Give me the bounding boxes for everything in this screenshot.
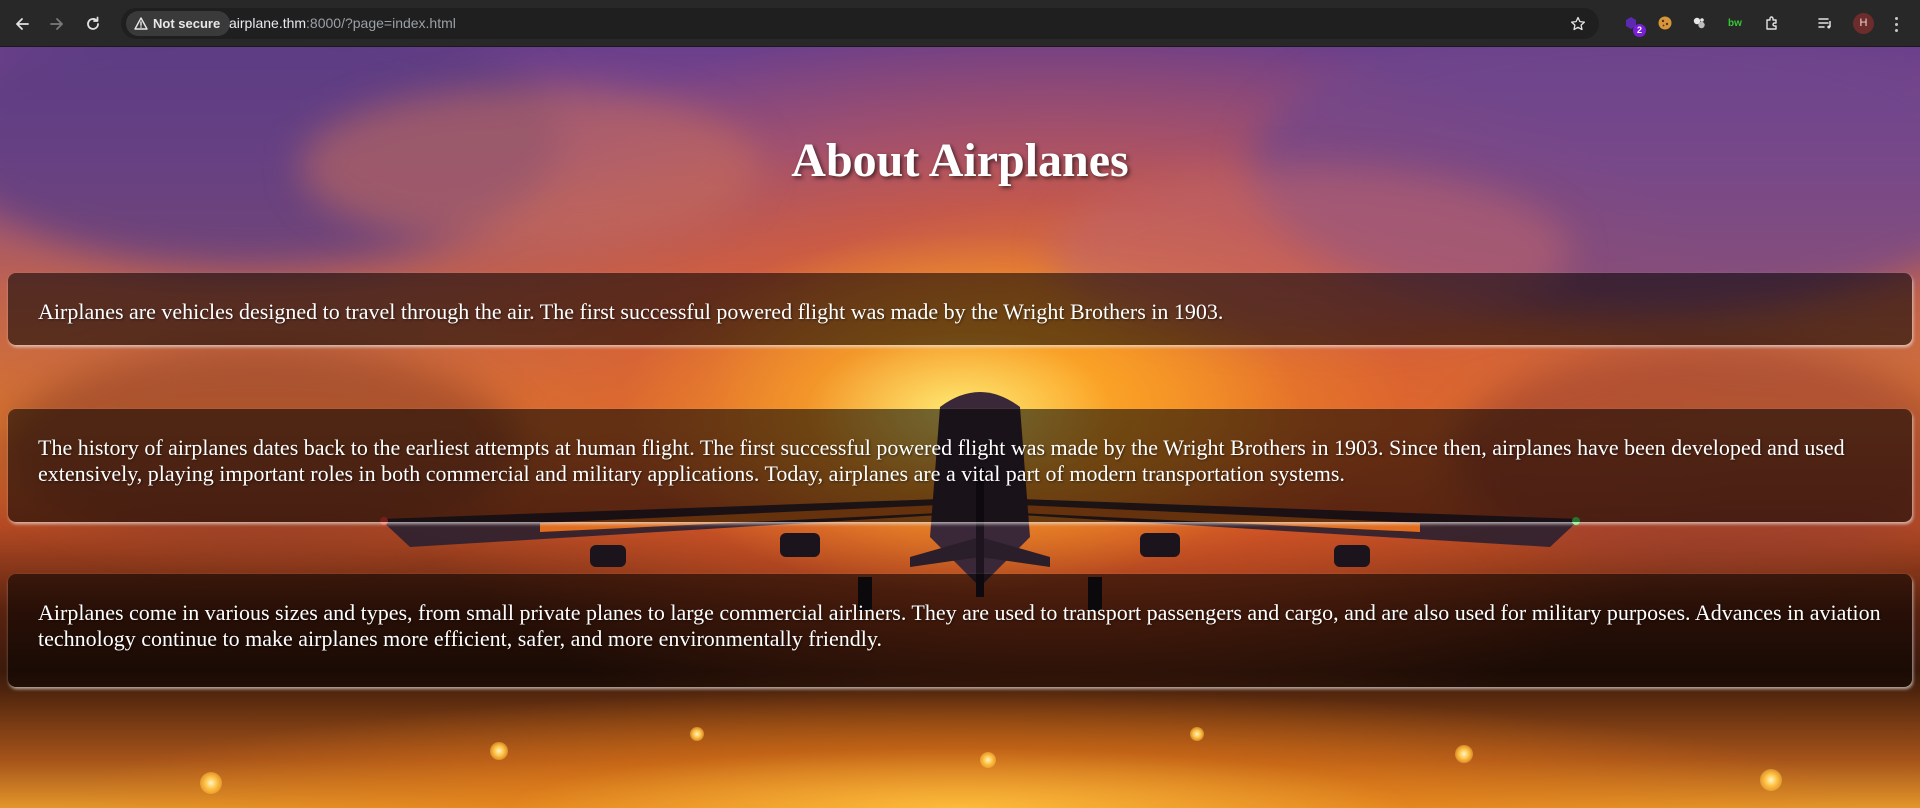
warning-icon: [134, 17, 148, 30]
playlist-icon: [1818, 18, 1831, 29]
star-icon: [1570, 16, 1586, 31]
forward-button[interactable]: [43, 10, 71, 38]
paragraph-types: Airplanes come in various sizes and type…: [38, 600, 1881, 651]
page-viewport: About Airplanes Airplanes are vehicles d…: [0, 47, 1920, 808]
url-path: :8000/?page=index.html: [306, 15, 456, 31]
bitwarden-extension-button[interactable]: bw: [1724, 12, 1746, 34]
info-panel-intro: Airplanes are vehicles designed to trave…: [8, 273, 1912, 345]
puzzle-icon: [1766, 16, 1777, 30]
reload-button[interactable]: [79, 10, 107, 38]
extensions-menu-button[interactable]: [1761, 12, 1783, 34]
purple-extension-button[interactable]: 2: [1620, 12, 1646, 37]
security-label: Not secure: [153, 16, 221, 31]
menu-dot: [1894, 28, 1898, 32]
page-title: About Airplanes: [791, 134, 1129, 187]
info-panel-types: Airplanes come in various sizes and type…: [8, 574, 1912, 687]
menu-dot: [1894, 22, 1898, 26]
paragraph-history: The history of airplanes dates back to t…: [38, 435, 1845, 486]
profile-avatar[interactable]: H: [1853, 13, 1874, 34]
cookie-extension-button[interactable]: [1654, 12, 1676, 34]
cookie-extension-icon: [1658, 16, 1672, 30]
security-indicator[interactable]: Not secure: [126, 11, 231, 36]
dots-extension-icon: [1693, 17, 1705, 29]
menu-dot: [1894, 16, 1898, 20]
bitwarden-extension-icon: bw: [1728, 17, 1742, 29]
address-bar[interactable]: Not secure airplane.thm:8000/?page=index…: [121, 8, 1599, 39]
paragraph-intro: Airplanes are vehicles designed to trave…: [38, 299, 1224, 324]
reload-icon: [87, 16, 99, 30]
media-controls-button[interactable]: [1814, 12, 1836, 34]
bookmark-star-button[interactable]: [1567, 13, 1589, 35]
back-button[interactable]: [8, 10, 36, 38]
url-text[interactable]: airplane.thm:8000/?page=index.html: [229, 8, 456, 39]
browser-toolbar: Not secure airplane.thm:8000/?page=index…: [0, 0, 1920, 47]
arrow-right-icon: [50, 18, 63, 30]
dots-extension-button[interactable]: [1688, 12, 1710, 34]
arrow-left-icon: [16, 18, 29, 30]
url-host: airplane.thm: [229, 15, 307, 31]
browser-menu-button[interactable]: [1886, 12, 1906, 36]
info-panel-history: The history of airplanes dates back to t…: [8, 409, 1912, 522]
runway: [0, 687, 1920, 808]
extension-badge: 2: [1633, 24, 1646, 37]
